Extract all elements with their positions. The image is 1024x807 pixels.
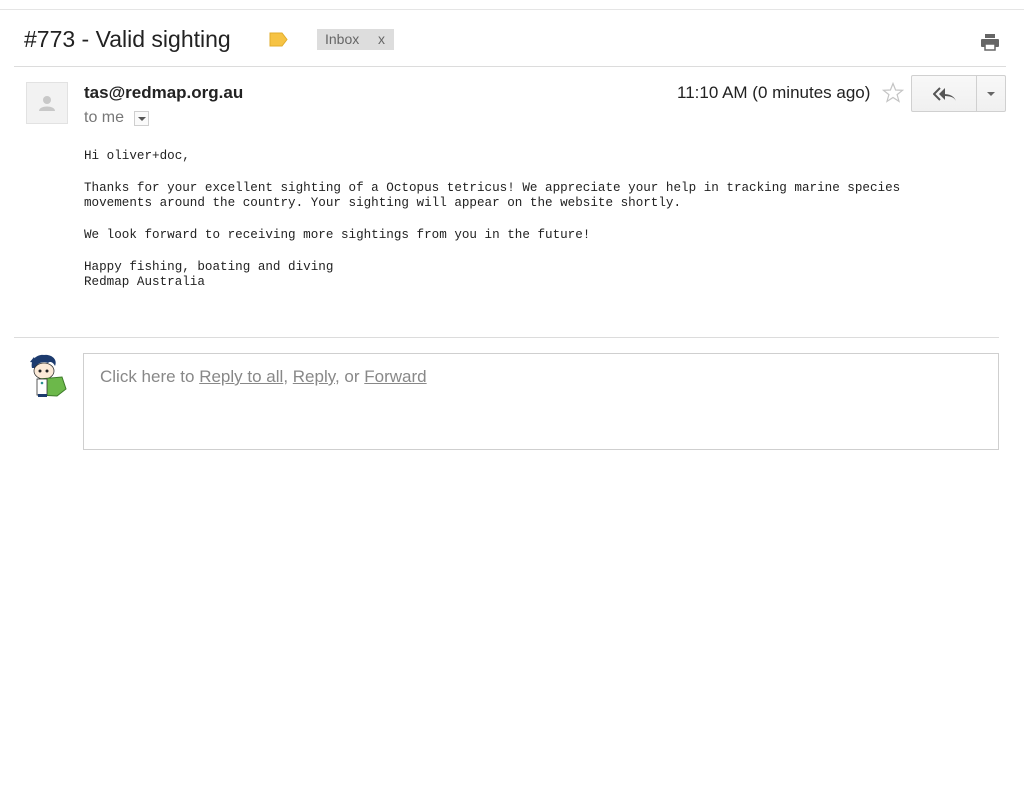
reply-prompt: Click here to Reply to all, Reply, or Fo… — [100, 367, 427, 387]
reply-all-button[interactable] — [911, 75, 977, 112]
message-body: Hi oliver+doc, Thanks for your excellent… — [84, 149, 900, 307]
subject-bar: #773 - Valid sighting Inbox x — [0, 10, 1024, 66]
message-more-options-button[interactable] — [976, 75, 1006, 112]
body-greeting: Hi oliver+doc, — [84, 149, 190, 163]
reply-prompt-prefix: Click here to — [100, 367, 200, 386]
forward-link[interactable]: Forward — [364, 367, 426, 386]
sender-address[interactable]: tas@redmap.org.au — [84, 83, 243, 103]
body-signoff: Happy fishing, boating and diving Redmap… — [84, 259, 334, 290]
inbox-label-chip: Inbox x — [317, 29, 394, 50]
email-subject: #773 - Valid sighting — [24, 26, 231, 52]
body-paragraph-thanks: Thanks for your excellent sighting of a … — [84, 180, 901, 211]
print-icon[interactable] — [980, 33, 1000, 51]
reply-prompt-separator-2: , or — [334, 367, 365, 386]
reply-all-link[interactable]: Reply to all — [199, 367, 283, 386]
remove-label-button[interactable]: x — [378, 29, 385, 50]
recipient-label: to me — [84, 109, 125, 126]
reply-prompt-separator-1: , — [283, 367, 293, 386]
user-avatar[interactable] — [24, 352, 70, 398]
sender-avatar[interactable] — [26, 82, 68, 124]
reply-all-icon — [933, 87, 956, 101]
body-paragraph-future: We look forward to receiving more sighti… — [84, 227, 591, 242]
reply-box[interactable]: Click here to Reply to all, Reply, or Fo… — [83, 353, 999, 450]
inbox-label-text: Inbox — [325, 31, 360, 47]
reply-link[interactable]: Reply — [293, 367, 335, 386]
star-outline-icon[interactable] — [882, 82, 904, 104]
message-timestamp: 11:10 AM (0 minutes ago) — [677, 83, 871, 102]
recipient-details-dropdown[interactable] — [134, 111, 149, 126]
person-icon — [39, 96, 55, 111]
subject-divider — [14, 66, 1006, 67]
label-tag-icon[interactable] — [269, 32, 288, 47]
reply-divider — [14, 337, 999, 338]
